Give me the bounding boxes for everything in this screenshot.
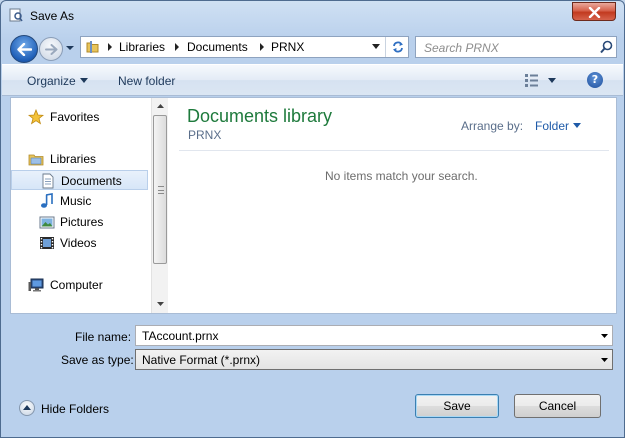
music-icon (41, 193, 53, 208)
organize-button[interactable]: Organize (27, 74, 76, 88)
chevron-up-icon (23, 405, 31, 410)
title-bar: Save As (1, 1, 624, 31)
breadcrumb-documents[interactable]: Documents (187, 40, 248, 54)
chevron-right-icon[interactable] (259, 43, 265, 51)
window-title: Save As (30, 9, 75, 23)
command-bar: Organize New folder ? (2, 64, 623, 96)
close-icon (588, 7, 601, 18)
save-dialog-icon (9, 8, 23, 22)
new-folder-button[interactable]: New folder (118, 74, 175, 88)
recent-pages-dropdown-icon[interactable] (65, 43, 75, 53)
nav-item-pictures[interactable]: Pictures (11, 212, 148, 232)
star-icon (28, 109, 44, 125)
navigation-scrollbar[interactable] (151, 98, 168, 313)
save-as-dialog: Save As Libraries Documents PRNX Search … (0, 0, 625, 438)
computer-icon (28, 278, 44, 292)
forward-button[interactable] (39, 37, 63, 61)
chevron-down-icon (372, 44, 380, 49)
folder-icon (86, 41, 99, 53)
file-name-field[interactable]: TAccount.prnx (135, 325, 613, 346)
videos-icon (40, 237, 54, 249)
close-button[interactable] (572, 2, 616, 21)
search-box[interactable]: Search PRNX (415, 36, 617, 58)
arrange-by-label: Arrange by: (461, 119, 524, 133)
scrollbar-thumb[interactable] (153, 115, 167, 264)
help-icon[interactable]: ? (587, 72, 603, 88)
arrow-right-icon (45, 44, 58, 55)
address-bar[interactable]: Libraries Documents PRNX (80, 36, 409, 58)
back-button[interactable] (10, 35, 38, 63)
nav-item-documents[interactable]: Documents (11, 170, 148, 190)
empty-results-message: No items match your search. (325, 169, 478, 183)
save-as-type-label: Save as type: (61, 353, 134, 367)
file-name-value: TAccount.prnx (142, 329, 219, 343)
scroll-up-icon[interactable] (157, 104, 164, 108)
documents-icon (42, 173, 54, 189)
scroll-down-icon[interactable] (157, 302, 164, 306)
chevron-right-icon[interactable] (107, 43, 113, 51)
library-subtitle: PRNX (188, 128, 222, 142)
refresh-icon (393, 41, 403, 53)
search-icon[interactable] (600, 40, 613, 54)
nav-item-libraries[interactable]: Libraries (11, 149, 148, 169)
library-title: Documents library (187, 106, 333, 126)
breadcrumb-prnx[interactable]: PRNX (271, 40, 304, 54)
refresh-button[interactable] (385, 37, 409, 57)
save-as-type-select[interactable]: Native Format (*.prnx) (135, 349, 613, 370)
libraries-icon (28, 154, 44, 166)
chevron-down-icon[interactable] (548, 78, 556, 83)
arrow-left-icon (17, 43, 32, 56)
save-as-type-value: Native Format (*.prnx) (142, 353, 261, 367)
content-area: Favorites Libraries Documents Music Pict… (10, 97, 617, 314)
nav-item-music[interactable]: Music (11, 191, 148, 211)
cancel-button[interactable]: Cancel (514, 394, 601, 418)
hide-folders-toggle[interactable] (19, 400, 35, 416)
chevron-down-icon[interactable] (601, 334, 608, 338)
save-button[interactable]: Save (415, 394, 499, 418)
chevron-down-icon[interactable] (601, 358, 608, 362)
file-name-label: File name: (75, 330, 132, 344)
arrange-by-dropdown[interactable]: Folder (535, 119, 569, 133)
chevron-down-icon[interactable] (80, 78, 88, 83)
pictures-icon (39, 216, 55, 229)
breadcrumb-libraries[interactable]: Libraries (119, 40, 165, 54)
chevron-down-icon[interactable] (573, 123, 581, 128)
search-input[interactable]: Search PRNX (424, 41, 499, 55)
nav-item-favorites[interactable]: Favorites (11, 107, 148, 127)
divider (179, 150, 609, 151)
hide-folders-label: Hide Folders (41, 402, 110, 416)
nav-item-computer[interactable]: Computer (11, 275, 148, 295)
nav-item-videos[interactable]: Videos (11, 233, 148, 253)
navigation-pane: Favorites Libraries Documents Music Pict… (11, 98, 150, 313)
chevron-right-icon[interactable] (174, 43, 180, 51)
address-dropdown-button[interactable] (367, 37, 385, 57)
view-options-icon[interactable] (525, 74, 539, 87)
